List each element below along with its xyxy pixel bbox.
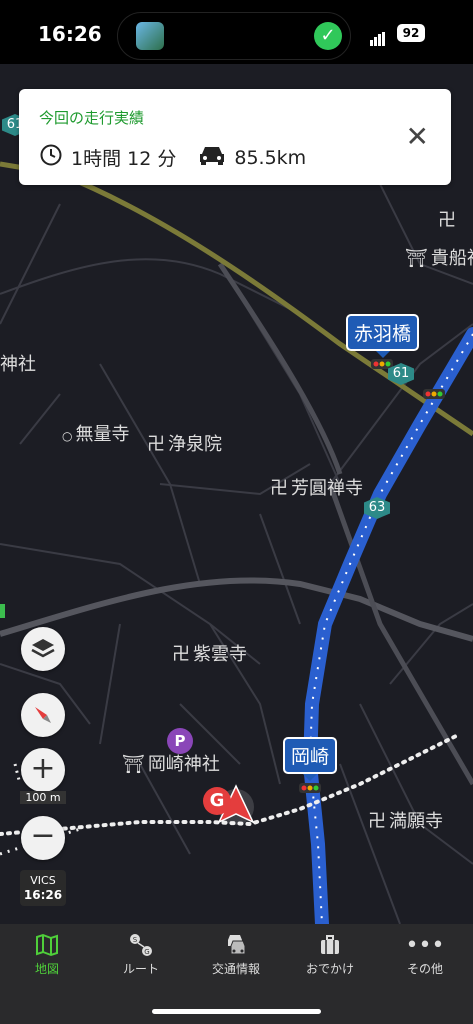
zoom-in-button[interactable]: + bbox=[21, 748, 65, 792]
dynamic-island[interactable]: ✓ bbox=[117, 12, 351, 60]
svg-text:G: G bbox=[144, 948, 149, 956]
temple-icon: 卍 bbox=[270, 478, 288, 499]
shrine-icon: ⛩ bbox=[405, 248, 428, 269]
poi-muryoji[interactable]: ○ 無量寺 bbox=[62, 420, 129, 446]
route-icon: SG bbox=[94, 932, 188, 960]
poi-okazaki-jinja[interactable]: ⛩ 岡崎神社 bbox=[122, 750, 220, 776]
intersection-sign-akabanebashi[interactable]: 赤羽橋 bbox=[346, 314, 420, 358]
car-icon bbox=[198, 144, 226, 171]
trip-duration: 1時間 12 分 bbox=[71, 148, 177, 170]
poi-shrine-left[interactable]: 神社 bbox=[0, 350, 36, 376]
temple-icon: 卍 bbox=[438, 210, 456, 231]
more-icon: ••• bbox=[405, 933, 445, 958]
svg-text:S: S bbox=[133, 936, 138, 944]
map-scale: 100 m bbox=[20, 791, 66, 804]
poi-houenzenji[interactable]: 卍芳圓禅寺 bbox=[270, 474, 363, 500]
intersection-sign-okazaki[interactable]: 岡崎 bbox=[283, 737, 338, 781]
temple-icon: 卍 bbox=[172, 644, 190, 665]
poi-shiunji[interactable]: 卍紫雲寺 bbox=[172, 640, 247, 666]
map-icon bbox=[0, 932, 94, 960]
check-icon: ✓ bbox=[314, 22, 342, 50]
trip-distance: 85.5km bbox=[234, 146, 307, 169]
poi-kifune[interactable]: ⛩貴船神 bbox=[405, 244, 473, 270]
app-thumbnail-icon bbox=[136, 22, 164, 50]
map-canvas bbox=[0, 64, 473, 924]
trip-summary-card: 今回の走行実績 1時間 12 分 85.5km ✕ bbox=[19, 89, 451, 185]
compass-button[interactable] bbox=[21, 693, 65, 737]
tab-more[interactable]: ••• その他 bbox=[378, 932, 472, 977]
tab-map-label: 地図 bbox=[34, 962, 59, 976]
vics-indicator[interactable]: VICS 16:26 bbox=[20, 870, 66, 906]
tab-map[interactable]: 地図 bbox=[0, 932, 94, 977]
tab-traffic-label: 交通情報 bbox=[211, 962, 260, 976]
tab-traffic[interactable]: 交通情報 bbox=[189, 932, 283, 977]
parking-icon[interactable]: P bbox=[167, 728, 193, 754]
suitcase-icon bbox=[283, 932, 377, 960]
traffic-icon bbox=[189, 932, 283, 960]
vics-time: 16:26 bbox=[23, 888, 63, 902]
close-icon[interactable]: ✕ bbox=[406, 123, 429, 151]
zoom-out-button[interactable]: − bbox=[21, 816, 65, 860]
vics-label: VICS bbox=[30, 874, 56, 887]
tab-outing[interactable]: おでかけ bbox=[283, 932, 377, 977]
home-indicator[interactable] bbox=[152, 1009, 321, 1014]
tab-route[interactable]: SG ルート bbox=[94, 932, 188, 977]
poi-jousenin[interactable]: 卍浄泉院 bbox=[147, 430, 222, 456]
map-view[interactable]: 赤羽橋 岡崎 61 61 63 神社 ○ 無量寺 卍浄泉院 卍芳圓禅寺 卍紫雲寺 … bbox=[0, 64, 473, 924]
tab-route-label: ルート bbox=[122, 962, 159, 976]
cellular-signal-icon bbox=[370, 27, 386, 46]
status-bar: 16:26 ✓ 92 bbox=[0, 0, 473, 64]
battery-icon: 92 bbox=[397, 24, 425, 42]
destination-goal-icon[interactable]: G bbox=[203, 787, 231, 815]
temple-icon: 卍 bbox=[147, 434, 165, 455]
shrine-icon: ⛩ bbox=[122, 754, 145, 775]
layers-button[interactable] bbox=[21, 627, 65, 671]
card-title: 今回の走行実績 bbox=[39, 109, 145, 127]
compass-icon bbox=[35, 707, 51, 723]
tab-outing-label: おでかけ bbox=[305, 962, 354, 976]
status-time: 16:26 bbox=[38, 22, 102, 46]
layers-icon bbox=[31, 639, 55, 658]
zoom-controls: + − bbox=[20, 748, 66, 860]
temple-icon: 卍 bbox=[368, 811, 386, 832]
trip-stats: 1時間 12 分 85.5km bbox=[39, 143, 306, 172]
clock-icon bbox=[39, 143, 63, 172]
tab-more-label: その他 bbox=[406, 962, 443, 976]
poi-temple-right[interactable]: 卍 bbox=[438, 206, 459, 232]
poi-manganji[interactable]: 卍満願寺 bbox=[368, 807, 443, 833]
